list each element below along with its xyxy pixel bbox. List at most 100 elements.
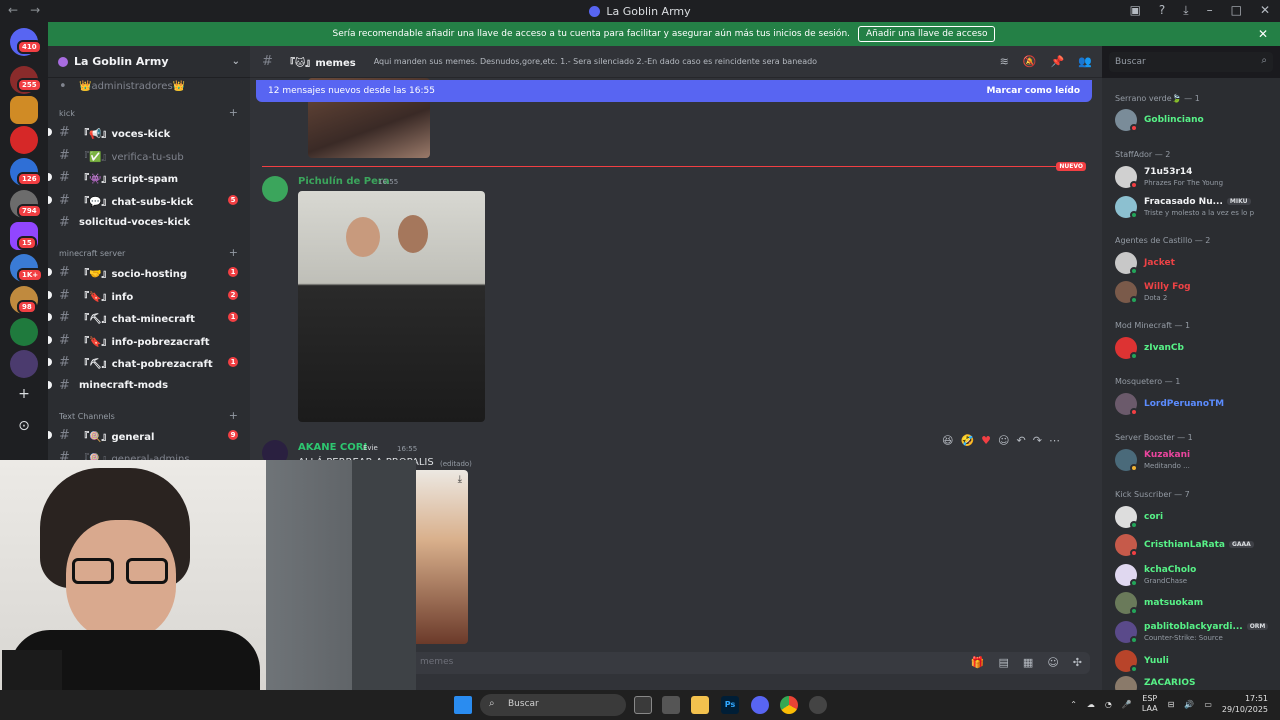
channel-item[interactable]: # 『👾』script-spam	[48, 167, 250, 187]
guild-header[interactable]: La Goblin Army ⌄	[48, 46, 250, 78]
file-explorer-icon[interactable]	[691, 696, 709, 714]
battery-icon[interactable]: ▭	[1204, 700, 1212, 709]
forward-icon[interactable]: ↷	[1033, 434, 1042, 447]
cloud-icon[interactable]: ☁	[1087, 700, 1095, 709]
network-icon[interactable]: ⊟	[1168, 700, 1175, 709]
mark-as-read-button[interactable]: Marcar como leído	[986, 86, 1080, 96]
emoji-reaction-icon[interactable]: 🤣	[960, 434, 974, 447]
chevron-up-icon[interactable]: ⌃	[1070, 700, 1077, 709]
member-item[interactable]: Kuzakani Meditando ...	[1115, 447, 1275, 473]
minimize-button[interactable]: –	[1207, 3, 1213, 18]
channel-item[interactable]: # 『🤝』socio-hosting 1	[48, 262, 250, 282]
member-list-icon[interactable]: 👥	[1078, 55, 1092, 68]
maximize-button[interactable]: □	[1231, 3, 1242, 18]
chrome-icon[interactable]	[780, 696, 798, 714]
forward-arrow-icon[interactable]: →	[30, 3, 40, 17]
member-item[interactable]: LordPeruanoTM	[1115, 391, 1275, 417]
emoji-icon[interactable]: ☺	[1047, 656, 1058, 669]
microphone-icon[interactable]: 🎤	[1122, 700, 1132, 709]
gift-icon[interactable]: 🎁	[971, 656, 985, 669]
channel-topic[interactable]: Aqui manden sus memes. Desnudos,gore,etc…	[374, 57, 817, 66]
gif-icon[interactable]: ▤	[999, 656, 1009, 669]
discover-icon[interactable]: ⊙	[14, 416, 34, 436]
close-banner-icon[interactable]: ✕	[1258, 27, 1268, 41]
notification-bell-icon[interactable]: 🔕	[1023, 55, 1037, 68]
server-icon[interactable]	[10, 126, 38, 154]
new-messages-bar[interactable]: 12 mensajes nuevos desde las 16:55 Marca…	[256, 80, 1092, 102]
window-controls: ▣ ? ⤓ – □ ✕	[1130, 3, 1270, 18]
add-server-icon[interactable]: +	[14, 384, 34, 404]
message-image[interactable]	[298, 191, 485, 422]
heart-reaction-icon[interactable]: ♥	[981, 434, 991, 447]
pin-icon[interactable]: 📌	[1051, 55, 1065, 68]
channel-item[interactable]: # 『💬』chat-subs-kick 5	[48, 190, 250, 210]
discord-icon[interactable]	[751, 696, 769, 714]
add-channel-icon[interactable]: +	[229, 106, 238, 119]
channel-item[interactable]: # 『✅』verifica-tu-sub	[48, 145, 250, 165]
emoji-reaction-icon[interactable]: 😆	[942, 434, 953, 447]
windows-start-icon[interactable]	[454, 696, 472, 714]
back-arrow-icon[interactable]: ←	[8, 3, 18, 17]
apps-icon[interactable]: ✣	[1073, 656, 1082, 669]
member-item[interactable]: ZACARIOS	[1115, 674, 1275, 690]
add-channel-icon[interactable]: +	[229, 246, 238, 259]
avatar[interactable]	[262, 176, 288, 202]
app-icon[interactable]	[809, 696, 827, 714]
app-icon[interactable]	[662, 696, 680, 714]
search-input[interactable]: Buscar ⌕	[1109, 52, 1273, 72]
reply-icon[interactable]: ↶	[1017, 434, 1026, 447]
channel-item[interactable]: # minecraft-mods	[48, 375, 250, 395]
help-icon[interactable]: ?	[1159, 3, 1165, 18]
member-item[interactable]: Yuuli	[1115, 648, 1275, 674]
server-icon[interactable]	[10, 318, 38, 346]
message-image[interactable]: ⤓	[410, 470, 468, 644]
add-passkey-button[interactable]: Añadir una llave de acceso	[858, 26, 996, 42]
member-item[interactable]: CristhianLaRata GAAA	[1115, 532, 1275, 558]
close-window-button[interactable]: ✕	[1260, 3, 1270, 18]
channel-item[interactable]: # 『📢』voces-kick	[48, 122, 250, 142]
clock[interactable]: 17:51 29/10/2025	[1222, 693, 1268, 715]
download-icon[interactable]: ⤓	[1183, 3, 1188, 18]
member-item[interactable]: Goblinciano	[1115, 107, 1275, 133]
add-reaction-icon[interactable]: ☺	[998, 434, 1009, 447]
inbox-icon[interactable]: ▣	[1130, 3, 1141, 18]
member-item[interactable]: pablitoblackyardi... ORM Counter-Strike: S…	[1115, 619, 1275, 645]
channel-item[interactable]: # 『🍭』general-admins	[48, 447, 250, 461]
threads-icon[interactable]: ≋	[1000, 55, 1009, 68]
server-icon[interactable]	[10, 350, 38, 378]
channel-icon: •	[59, 78, 67, 94]
volume-icon[interactable]: 🔊	[1184, 700, 1194, 709]
photoshop-icon[interactable]: Ps	[721, 696, 739, 714]
member-item[interactable]: matsuokam	[1115, 590, 1275, 616]
sticker-icon[interactable]: ▦	[1023, 656, 1033, 669]
channel-item[interactable]: # 『🔖』info-pobrezacraft	[48, 330, 250, 350]
channel-item[interactable]: # solicitud-voces-kick	[48, 212, 250, 232]
add-channel-icon[interactable]: +	[229, 409, 238, 422]
member-item[interactable]: Fracasado Nu... MIKU Triste y molesto a la…	[1115, 194, 1275, 220]
more-options-icon[interactable]: ⋯	[1049, 434, 1060, 447]
message-composer[interactable]: memes 🎁 ▤ ▦ ☺ ✣	[410, 652, 1090, 674]
message-author[interactable]: Pichulín de Pera	[298, 176, 390, 187]
member-item[interactable]: zIvanCb	[1115, 335, 1275, 361]
member-item[interactable]: Willy Fog Dota 2	[1115, 279, 1275, 305]
category-text-channels[interactable]: Text Channels	[59, 412, 115, 421]
member-item[interactable]: Jacket	[1115, 250, 1275, 276]
chevron-down-icon[interactable]: ⌄	[232, 56, 240, 67]
channel-item[interactable]: # 『⛏』chat-pobrezacraft 1	[48, 352, 250, 372]
member-item[interactable]: cori	[1115, 504, 1275, 530]
message-author[interactable]: AKANE CORI	[298, 442, 367, 453]
channel-item[interactable]: # 『🔖』info 2	[48, 285, 250, 305]
channel-item[interactable]: # 『🍭』general 9	[48, 425, 250, 445]
member-item[interactable]: 71u53r14 Phrazes For The Young	[1115, 164, 1275, 190]
server-icon[interactable]	[10, 96, 38, 124]
member-item[interactable]: kchaCholo GrandChase	[1115, 562, 1275, 588]
category-kick[interactable]: kick	[59, 109, 75, 118]
channel-item[interactable]: • 👑administradores👑	[48, 76, 250, 96]
channel-item[interactable]: # 『⛏』chat-minecraft 1	[48, 307, 250, 327]
language-indicator[interactable]: ESP LAA	[1142, 694, 1158, 714]
taskbar-search[interactable]: ⌕ Buscar	[480, 694, 626, 716]
download-icon[interactable]: ⤓	[458, 474, 462, 485]
task-view-icon[interactable]	[634, 696, 652, 714]
wifi-icon[interactable]: ◔	[1105, 700, 1112, 709]
category-minecraft[interactable]: minecraft server	[59, 249, 125, 258]
